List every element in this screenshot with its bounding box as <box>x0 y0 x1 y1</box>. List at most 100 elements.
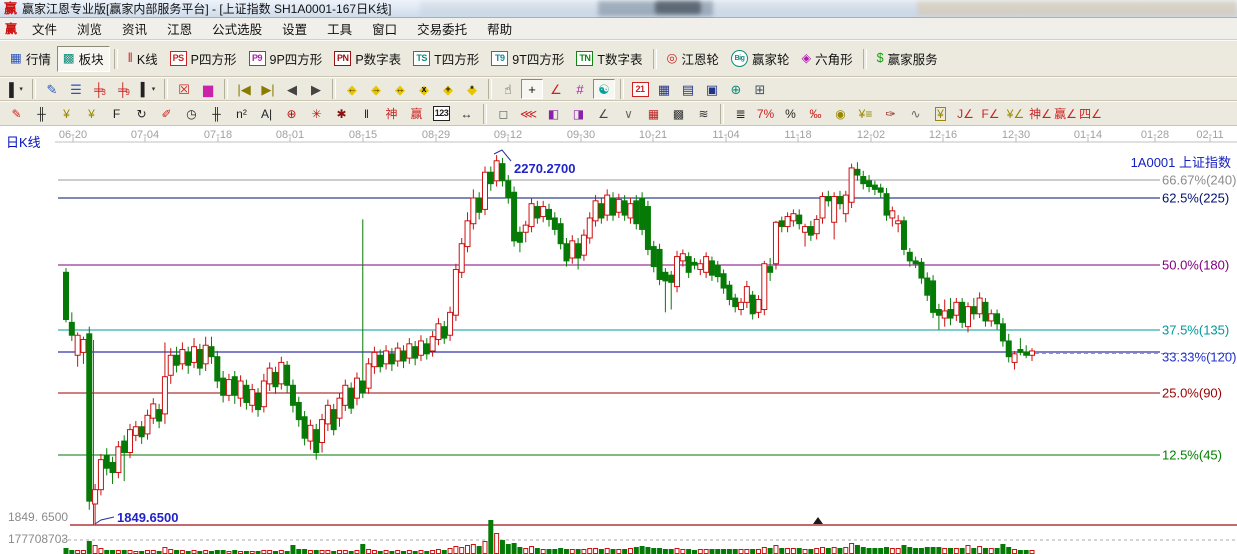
tool-period-candle-dropdown[interactable]: ▌▾ <box>5 79 27 99</box>
draw-gold-ruler-1[interactable]: ¥ <box>55 103 78 124</box>
toolbar-quotes[interactable]: ▦行情 <box>4 46 57 72</box>
menu-item[interactable]: 资讯 <box>112 17 157 40</box>
draw-ying-tool[interactable]: 赢 <box>405 103 428 124</box>
draw-text-label-tool[interactable]: A| <box>255 103 278 124</box>
tool-trendline-sketch[interactable]: ✎ <box>41 79 63 99</box>
tool-single-candle-dropdown[interactable]: ▍▾ <box>137 79 159 99</box>
toolbar-p-number-table[interactable]: PNP数字表 <box>328 46 407 72</box>
draw-angle-lines[interactable]: ∠ <box>592 103 615 124</box>
tool-angle-pin[interactable]: ∠ <box>545 79 567 99</box>
draw-gold-box[interactable]: ¥ <box>929 103 952 124</box>
toolbar-kline[interactable]: ‖K线 <box>122 46 164 72</box>
draw-gold-lines[interactable]: ¥≡ <box>854 103 877 124</box>
draw-shen-angle[interactable]: 神∠ <box>1029 103 1052 124</box>
tool-color-histogram[interactable]: ▆ <box>197 79 219 99</box>
draw-red-pen[interactable]: ✎ <box>5 103 28 124</box>
toolbar-sectors[interactable]: ▩板块 <box>57 46 110 72</box>
tool-page-prev[interactable]: ◀ <box>281 79 303 99</box>
draw-f-angle[interactable]: F∠ <box>979 103 1002 124</box>
menu-item[interactable]: 工具 <box>317 17 362 40</box>
tool-save[interactable]: ▣ <box>701 79 723 99</box>
draw-v-lines[interactable]: ∨ <box>617 103 640 124</box>
toolbar-gann-wheel[interactable]: ◎江恩轮 <box>661 46 725 72</box>
draw-percent-lines[interactable]: ‰ <box>804 103 827 124</box>
candle-body <box>628 204 633 218</box>
draw-gold-ruler-2[interactable]: ¥ <box>80 103 103 124</box>
tool-last-page[interactable]: ▶| <box>257 79 279 99</box>
toolbar-winner-service[interactable]: $赢家服务 <box>871 46 944 72</box>
tool-shift-right[interactable]: ◆→ <box>365 79 387 99</box>
draw-percent[interactable]: % <box>779 103 802 124</box>
menu-item[interactable]: 帮助 <box>477 17 522 40</box>
menu-item[interactable]: 浏览 <box>67 17 112 40</box>
tool-zoom-reset[interactable]: ◆x <box>413 79 435 99</box>
tool-stretch-horizontal[interactable]: ◆↔ <box>389 79 411 99</box>
draw-tick-ruler[interactable]: ╫ <box>205 103 228 124</box>
draw-shen-tool[interactable]: 神 <box>380 103 403 124</box>
draw-gann-compass[interactable]: ⊕ <box>280 103 303 124</box>
tool-shift-left[interactable]: ◆← <box>341 79 363 99</box>
tool-notebook[interactable]: ▤ <box>677 79 699 99</box>
draw-percent-7[interactable]: 7% <box>754 103 777 124</box>
draw-red-marker[interactable]: ✐ <box>155 103 178 124</box>
tool-page-next[interactable]: ▶ <box>305 79 327 99</box>
percent-lines-icon: ‰ <box>810 108 822 120</box>
tool-bars-3[interactable]: ╪3 <box>89 79 111 99</box>
tool-pan-hand[interactable]: ☝ <box>497 79 519 99</box>
toolbar-9p-square[interactable]: P99P四方形 <box>243 46 329 72</box>
chart-area[interactable]: 06-2007-0407-1808-0108-1508-2909-1209-30… <box>0 126 1237 554</box>
tool-grid-net[interactable]: # <box>569 79 591 99</box>
draw-fan-lines[interactable]: ⋘ <box>517 103 540 124</box>
draw-grid-edit[interactable]: ▩ <box>667 103 690 124</box>
draw-slant-lines[interactable]: ≋ <box>692 103 715 124</box>
menu-item[interactable]: 公式选股 <box>202 17 272 40</box>
draw-select-box[interactable]: ◻ <box>492 103 515 124</box>
draw-ruler-123[interactable]: 123 <box>430 103 453 124</box>
tool-calculator[interactable]: ▦ <box>653 79 675 99</box>
tool-first-page[interactable]: |◀ <box>233 79 255 99</box>
tool-bars-9[interactable]: ╪9 <box>113 79 135 99</box>
draw-histogram-tool[interactable]: ≣ <box>729 103 752 124</box>
toolbar-t-square[interactable]: TST四方形 <box>407 46 485 72</box>
draw-time-cycle-clock[interactable]: ◷ <box>180 103 203 124</box>
toolbar-hexagon[interactable]: ◈六角形 <box>795 46 858 72</box>
menu-item[interactable]: 江恩 <box>157 17 202 40</box>
draw-box-fan[interactable]: ◧ <box>542 103 565 124</box>
toolbar-p-square[interactable]: PSP四方形 <box>164 46 243 72</box>
toolbar-winner-wheel[interactable]: Big赢家轮 <box>725 46 796 72</box>
draw-spiral-tool[interactable]: ↻ <box>130 103 153 124</box>
tool-workstation[interactable]: ⊞ <box>749 79 771 99</box>
draw-n-squared[interactable]: n² <box>230 103 253 124</box>
tool-save-remote[interactable]: ⊕ <box>725 79 747 99</box>
low-price-annotation[interactable]: 1849.6500 <box>117 510 178 525</box>
toolbar-9t-square[interactable]: T99T四方形 <box>485 46 570 72</box>
draw-gold-angle[interactable]: ¥∠ <box>1004 103 1027 124</box>
draw-ying-angle[interactable]: 赢∠ <box>1054 103 1077 124</box>
draw-four-angle[interactable]: 四∠ <box>1079 103 1102 124</box>
tool-detail-list[interactable]: ☰ <box>65 79 87 99</box>
menu-item[interactable]: 文件 <box>22 17 67 40</box>
draw-box-lines[interactable]: ◨ <box>567 103 590 124</box>
draw-star-burst[interactable]: ✳ <box>305 103 328 124</box>
draw-wave-tool[interactable]: ∿ <box>904 103 927 124</box>
toolbar-t-number-table[interactable]: TNT数字表 <box>570 46 648 72</box>
draw-grid-red[interactable]: ▦ <box>642 103 665 124</box>
draw-kline-mark[interactable]: ǁ <box>355 103 378 124</box>
draw-j-angle[interactable]: J∠ <box>954 103 977 124</box>
tool-crosshair[interactable]: + <box>521 79 543 99</box>
peak-price-annotation[interactable]: 2270.2700 <box>514 161 575 176</box>
tool-tick-figure[interactable]: ☒ <box>173 79 195 99</box>
draw-width-measure[interactable]: ↔ <box>455 103 478 124</box>
tool-compress-view[interactable]: ◆+ <box>437 79 459 99</box>
menu-item[interactable]: 窗口 <box>362 17 407 40</box>
tool-expand-view[interactable]: ◆* <box>461 79 483 99</box>
draw-star-box[interactable]: ✱ <box>330 103 353 124</box>
draw-f-ruler[interactable]: F <box>105 103 128 124</box>
tool-calendar[interactable]: 21 <box>629 79 651 99</box>
draw-brush-tool[interactable]: ✑ <box>879 103 902 124</box>
draw-gold-circle[interactable]: ◉ <box>829 103 852 124</box>
tool-smart-analysis[interactable]: ☯ <box>593 79 615 99</box>
menu-item[interactable]: 设置 <box>272 17 317 40</box>
menu-item[interactable]: 交易委托 <box>407 17 477 40</box>
draw-ruler-ticks[interactable]: ╫ <box>30 103 53 124</box>
